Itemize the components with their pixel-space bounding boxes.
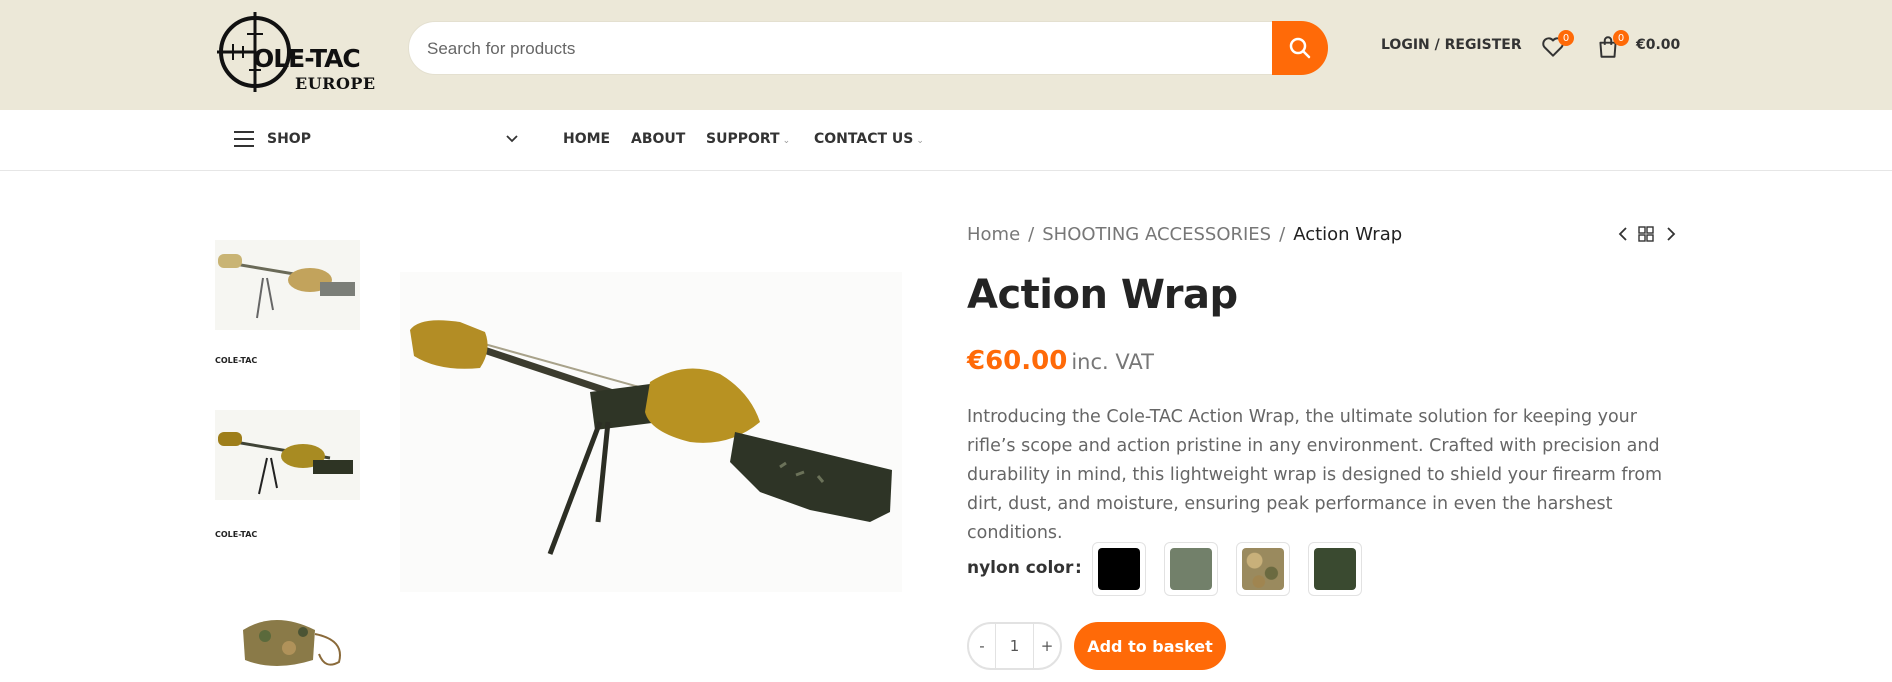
- breadcrumb-current: Action Wrap: [1293, 224, 1403, 245]
- quantity-decrease-button[interactable]: -: [969, 637, 995, 655]
- chevron-down-icon[interactable]: [505, 134, 519, 144]
- nav-item-contact-us[interactable]: CONTACT US ⌄: [814, 131, 924, 147]
- price-amount: €60.00: [967, 346, 1068, 376]
- chevron-down-icon: ⌄: [782, 136, 791, 146]
- gallery-thumbnail[interactable]: [215, 410, 360, 500]
- gallery-thumbnail-logo[interactable]: COLE-TAC: [215, 356, 257, 365]
- swatch-green-grey[interactable]: [1164, 542, 1218, 596]
- nav-item-home[interactable]: HOME: [563, 131, 610, 147]
- chevron-right-icon[interactable]: [1664, 226, 1678, 242]
- product-main-image[interactable]: [400, 272, 902, 592]
- chevron-down-icon: ⌄: [916, 136, 924, 146]
- product-photo: [400, 272, 902, 592]
- site-header: OLE-TAC EUROPE LOGIN / REGISTER 0 0 €0.0…: [0, 0, 1892, 110]
- grid-icon[interactable]: [1638, 226, 1654, 242]
- search-icon: [1289, 37, 1311, 59]
- gallery-thumbnail[interactable]: [215, 240, 360, 330]
- shop-menu-button[interactable]: SHOP: [233, 130, 311, 148]
- logo-subtext: EUROPE: [295, 74, 376, 93]
- breadcrumb-category-link[interactable]: SHOOTING ACCESSORIES: [1042, 224, 1271, 245]
- quantity-increase-button[interactable]: +: [1034, 637, 1060, 655]
- product-description: Introducing the Cole-TAC Action Wrap, th…: [967, 407, 1663, 543]
- breadcrumb: Home / SHOOTING ACCESSORIES / Action Wrap: [967, 224, 1402, 245]
- search-button[interactable]: [1272, 21, 1328, 75]
- cart-button[interactable]: 0: [1595, 30, 1629, 60]
- search-bar: [408, 21, 1328, 75]
- swatch-black[interactable]: [1092, 542, 1146, 596]
- site-logo[interactable]: OLE-TAC EUROPE: [215, 4, 375, 94]
- gallery-thumbnail-logo[interactable]: COLE-TAC: [215, 530, 257, 539]
- cart-count-badge: 0: [1613, 30, 1629, 46]
- wishlist-count-badge: 0: [1558, 30, 1574, 46]
- breadcrumb-home-link[interactable]: Home: [967, 224, 1020, 245]
- nav-item-about[interactable]: ABOUT: [631, 131, 685, 147]
- main-navigation: SHOP HOME ABOUT SUPPORT ⌄ CONTACT US ⌄: [0, 110, 1892, 171]
- product-price: €60.00 inc. VAT: [967, 346, 1154, 376]
- breadcrumb-separator: /: [1028, 224, 1035, 245]
- swatch-multicam[interactable]: [1236, 542, 1290, 596]
- logo-text: OLE-TAC: [253, 44, 361, 73]
- product-title: Action Wrap: [967, 272, 1238, 318]
- product-thumbnail-image: [215, 600, 360, 682]
- wishlist-button[interactable]: 0: [1540, 30, 1574, 60]
- product-thumbnail-image: [215, 410, 360, 500]
- product-thumbnail-image: [215, 240, 360, 330]
- quantity-stepper: - 1 +: [967, 622, 1062, 670]
- gallery-thumbnail[interactable]: [215, 600, 360, 682]
- shop-menu-label: SHOP: [267, 131, 311, 147]
- quantity-input[interactable]: 1: [995, 624, 1034, 668]
- chevron-left-icon[interactable]: [1616, 226, 1630, 242]
- cart-total[interactable]: €0.00: [1636, 37, 1680, 53]
- swatch-label: nylon color :: [967, 558, 1082, 578]
- swatch-dark-green[interactable]: [1308, 542, 1362, 596]
- add-to-basket-button[interactable]: Add to basket: [1074, 622, 1226, 670]
- hamburger-icon: [234, 131, 254, 147]
- search-input[interactable]: [427, 36, 1207, 62]
- breadcrumb-separator: /: [1279, 224, 1286, 245]
- login-register-link[interactable]: LOGIN / REGISTER: [1381, 37, 1522, 53]
- price-suffix: inc. VAT: [1071, 350, 1154, 374]
- nav-item-support[interactable]: SUPPORT ⌄: [706, 131, 790, 147]
